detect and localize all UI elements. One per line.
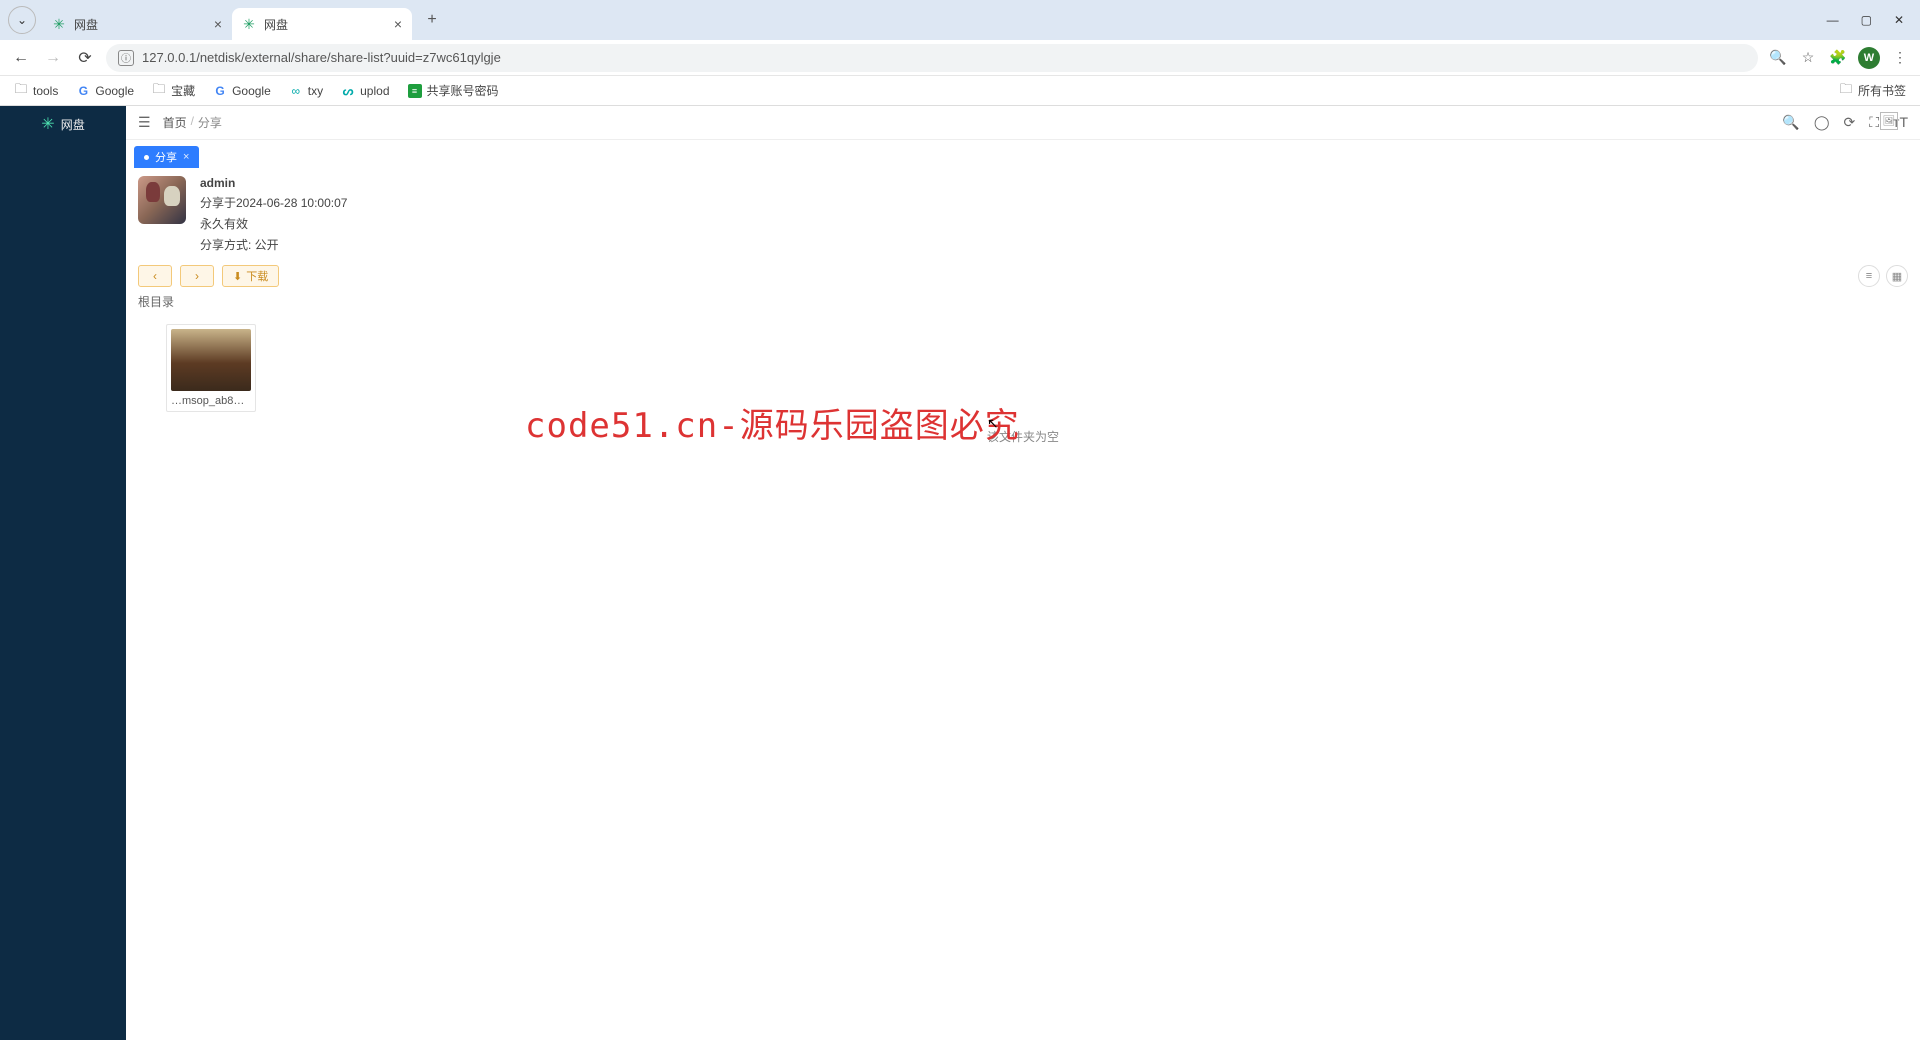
tab-search-button[interactable]: ⌄ xyxy=(8,6,36,34)
profile-avatar[interactable]: W xyxy=(1858,47,1880,69)
zoom-icon[interactable]: 🔍 xyxy=(1768,49,1788,66)
github-icon[interactable]: ◯ xyxy=(1814,114,1830,131)
fullscreen-icon[interactable]: ⛶ xyxy=(1869,114,1879,131)
download-label: 下载 xyxy=(246,268,268,284)
minimize-button[interactable]: ― xyxy=(1827,13,1839,27)
bookmark-label: 宝藏 xyxy=(171,82,195,99)
tab-label: 分享 xyxy=(155,149,177,165)
file-grid: …msop_ab8… xyxy=(126,318,1920,418)
share-info: admin 分享于2024-06-28 10:00:07 永久有效 分享方式: … xyxy=(126,168,1920,261)
logo-text: 网盘 xyxy=(61,116,85,133)
browser-tab-1[interactable]: ✳ 网盘 × xyxy=(232,8,412,40)
tab-title: 网盘 xyxy=(74,16,98,33)
tab-share[interactable]: 分享 × xyxy=(134,146,199,168)
browser-menu-button[interactable]: ⋮ xyxy=(1890,49,1910,66)
share-validity: 永久有效 xyxy=(200,215,347,232)
bookmark-icon xyxy=(213,84,227,98)
bookmark-item[interactable]: Google xyxy=(213,82,271,99)
bookmark-label: 共享账号密码 xyxy=(427,82,499,99)
current-path[interactable]: 根目录 xyxy=(126,291,1920,318)
close-icon[interactable]: × xyxy=(214,16,222,32)
app-main: 🖼 ☰ 首页 / 分享 🔍 ◯ ⟳ ⛶ тT 分享 × xyxy=(126,106,1920,1040)
site-info-icon[interactable]: ⓘ xyxy=(118,50,134,66)
bookmark-label: 所有书签 xyxy=(1858,82,1906,99)
empty-folder-text: 该文件夹为空 xyxy=(126,418,1920,455)
bookmark-icon xyxy=(14,84,28,98)
search-icon[interactable]: 🔍 xyxy=(1782,114,1799,131)
close-icon[interactable]: × xyxy=(394,16,402,32)
bookmark-icon xyxy=(408,84,422,98)
sidebar-toggle-button[interactable]: ☰ xyxy=(138,114,151,131)
back-button[interactable]: ← xyxy=(10,49,32,67)
bookmark-label: Google xyxy=(95,84,134,98)
browser-tab-0[interactable]: ✳ 网盘 × xyxy=(42,8,232,40)
page-tabs: 分享 × xyxy=(126,140,1920,168)
reload-button[interactable]: ⟳ xyxy=(74,48,96,68)
breadcrumb-current: 分享 xyxy=(198,114,222,131)
bookmark-icon xyxy=(341,84,355,98)
browser-titlebar: ⌄ ✳ 网盘 × ✳ 网盘 × + ― ▢ ✕ xyxy=(0,0,1920,40)
breadcrumb: 首页 / 分享 xyxy=(163,114,222,131)
sharer-avatar xyxy=(138,176,186,224)
view-list-button[interactable]: ≡ xyxy=(1858,265,1880,287)
breadcrumb-home[interactable]: 首页 xyxy=(163,114,187,131)
app-topbar: ☰ 首页 / 分享 🔍 ◯ ⟳ ⛶ тT xyxy=(126,106,1920,140)
favicon-icon: ✳ xyxy=(52,17,66,31)
bookmark-icon xyxy=(76,84,90,98)
download-button[interactable]: ⬇ 下载 xyxy=(222,265,279,287)
new-tab-button[interactable]: + xyxy=(418,6,446,34)
share-time: 分享于2024-06-28 10:00:07 xyxy=(200,194,347,211)
dot-icon xyxy=(144,155,149,160)
sharer-name: admin xyxy=(200,176,347,190)
forward-button[interactable]: → xyxy=(42,49,64,67)
bookmark-label: txy xyxy=(308,84,323,98)
url-text: 127.0.0.1/netdisk/external/share/share-l… xyxy=(142,50,501,65)
bookmark-label: uplod xyxy=(360,84,389,98)
bookmark-icon xyxy=(289,84,303,98)
extensions-icon[interactable]: 🧩 xyxy=(1828,49,1848,66)
bookmark-item[interactable]: 宝藏 xyxy=(152,82,195,99)
share-method: 分享方式: 公开 xyxy=(200,236,347,253)
app-sidebar: ✳ 网盘 xyxy=(0,106,126,1040)
tab-title: 网盘 xyxy=(264,16,288,33)
tab-close-icon[interactable]: × xyxy=(183,151,189,163)
app-logo[interactable]: ✳ 网盘 xyxy=(0,106,126,142)
folder-icon xyxy=(1839,84,1853,98)
broken-image-icon: 🖼 xyxy=(1880,112,1898,130)
refresh-icon[interactable]: ⟳ xyxy=(1843,114,1855,131)
download-icon: ⬇ xyxy=(233,270,242,283)
bookmark-item[interactable]: uplod xyxy=(341,82,389,99)
bookmark-item[interactable]: 共享账号密码 xyxy=(408,82,499,99)
close-window-button[interactable]: ✕ xyxy=(1894,13,1904,27)
bookmark-item[interactable]: txy xyxy=(289,82,323,99)
controls-row: ‹ › ⬇ 下载 ≡ ▦ xyxy=(126,261,1920,291)
bookmark-star-icon[interactable]: ☆ xyxy=(1798,49,1818,66)
nav-next-button[interactable]: › xyxy=(180,265,214,287)
browser-addressbar: ← → ⟳ ⓘ 127.0.0.1/netdisk/external/share… xyxy=(0,40,1920,76)
file-name: …msop_ab8… xyxy=(171,391,251,407)
bookmark-label: Google xyxy=(232,84,271,98)
url-input[interactable]: ⓘ 127.0.0.1/netdisk/external/share/share… xyxy=(106,44,1758,72)
bookmark-item[interactable]: tools xyxy=(14,82,58,99)
maximize-button[interactable]: ▢ xyxy=(1861,13,1872,27)
favicon-icon: ✳ xyxy=(242,17,256,31)
bookmark-label: tools xyxy=(33,84,58,98)
bookmarks-bar: tools Google 宝藏 Google txy uplod 共享账号密码 所有书签 xyxy=(0,76,1920,106)
logo-icon: ✳ xyxy=(41,114,54,134)
file-thumbnail xyxy=(171,329,251,391)
nav-prev-button[interactable]: ‹ xyxy=(138,265,172,287)
all-bookmarks-button[interactable]: 所有书签 xyxy=(1839,82,1906,99)
file-item[interactable]: …msop_ab8… xyxy=(166,324,256,412)
view-grid-button[interactable]: ▦ xyxy=(1886,265,1908,287)
bookmark-icon xyxy=(152,84,166,98)
bookmark-item[interactable]: Google xyxy=(76,82,134,99)
